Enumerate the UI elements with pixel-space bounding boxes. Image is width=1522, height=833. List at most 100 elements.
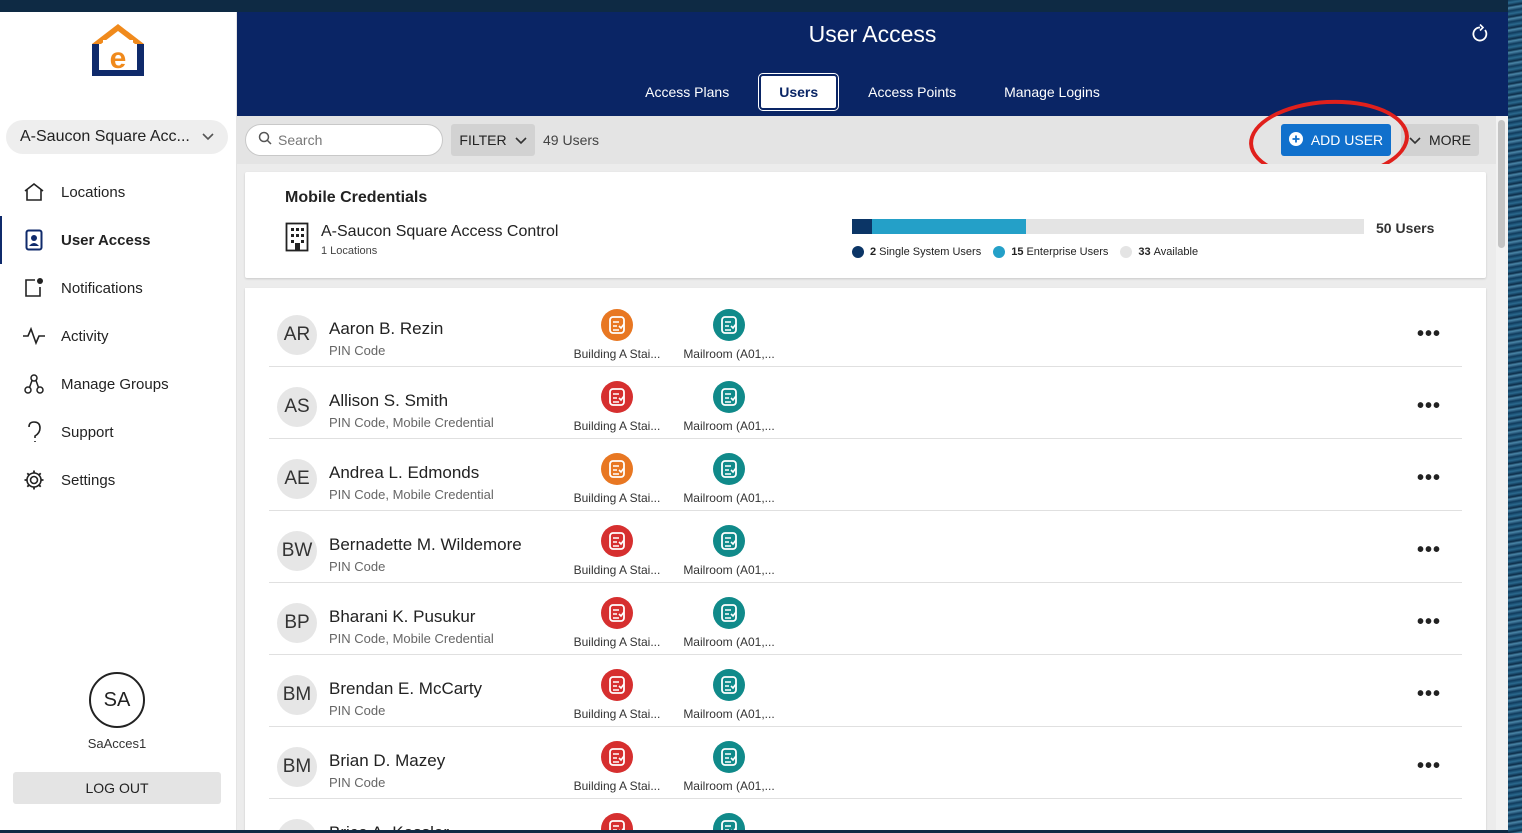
legend-label: Single System Users: [879, 246, 982, 258]
user-row[interactable]: BM Brendan E. McCarty PIN Code Building A S…: [269, 655, 1462, 727]
access-point-mailroom[interactable]: Mailroom (A01,...: [679, 453, 779, 505]
avatar: BM: [277, 675, 317, 715]
logout-button[interactable]: LOG OUT: [13, 772, 221, 804]
scrollbar[interactable]: [1496, 116, 1508, 830]
locations-count: 1 Locations: [321, 245, 378, 257]
search-input[interactable]: [278, 132, 428, 148]
access-point-mailroom[interactable]: Mailroom (A01,...: [679, 381, 779, 433]
row-menu-icon[interactable]: •••: [1417, 755, 1441, 778]
sidebar-item-label: Support: [61, 423, 114, 441]
user-row[interactable]: BW Bernadette M. Wildemore PIN Code Buildin…: [269, 511, 1462, 583]
chevron-down-icon: [202, 130, 214, 144]
scrollbar-thumb[interactable]: [1498, 120, 1505, 248]
user-name[interactable]: Brendan E. McCarty: [329, 679, 482, 699]
user-name[interactable]: Allison S. Smith: [329, 391, 448, 411]
row-menu-icon[interactable]: •••: [1417, 323, 1441, 346]
gear-icon: [22, 468, 46, 492]
access-point-label: Building A Stai...: [573, 635, 661, 649]
row-menu-icon[interactable]: •••: [1417, 395, 1441, 418]
access-point-mailroom[interactable]: Mailroom (A01,...: [679, 669, 779, 721]
access-point-mailroom[interactable]: Mailroom (A01,...: [679, 597, 779, 649]
user-name[interactable]: Andrea L. Edmonds: [329, 463, 479, 483]
legend-dot: [852, 246, 864, 258]
user-row[interactable]: BK Brice A. Kessler •••: [269, 799, 1462, 830]
access-point-mailroom[interactable]: Mailroom (A01,...: [679, 309, 779, 361]
access-point-label: Mailroom (A01,...: [683, 635, 775, 649]
access-point-building[interactable]: Building A Stai...: [567, 381, 667, 433]
user-row[interactable]: AS Allison S. Smith PIN Code, Mobile Crede…: [269, 367, 1462, 439]
tab-users[interactable]: Users: [758, 73, 840, 111]
access-point-label: Building A Stai...: [573, 419, 661, 433]
location-select[interactable]: A-Saucon Square Acc...: [6, 120, 228, 154]
user-row[interactable]: BM Brian D. Mazey PIN Code Building A Stai.…: [269, 727, 1462, 799]
support-icon: [22, 420, 46, 444]
user-name[interactable]: Aaron B. Rezin: [329, 319, 443, 339]
sidebar-item-locations[interactable]: Locations: [0, 168, 236, 216]
page-title: User Access: [808, 21, 937, 47]
access-point-building[interactable]: Building A Stai...: [567, 525, 667, 577]
access-point-building[interactable]: Building A Stai...: [567, 309, 667, 361]
access-point-icon: [713, 309, 745, 341]
tab-access-points[interactable]: Access Points: [850, 74, 974, 110]
avatar: BK: [277, 819, 317, 830]
more-label: MORE: [1429, 132, 1471, 148]
sidebar-item-notifications[interactable]: Notifications: [0, 264, 236, 312]
access-point-mailroom[interactable]: Mailroom (A01,...: [679, 525, 779, 577]
user-credentials: PIN Code: [329, 775, 386, 790]
row-menu-icon[interactable]: •••: [1417, 467, 1441, 490]
row-menu-icon[interactable]: •••: [1417, 827, 1441, 830]
access-point-building[interactable]: Building A Stai...: [567, 669, 667, 721]
activity-icon: [22, 324, 46, 348]
row-menu-icon[interactable]: •••: [1417, 539, 1441, 562]
access-point-icon: [601, 669, 633, 701]
user-count: 49 Users: [543, 132, 600, 148]
avatar[interactable]: SA: [89, 672, 145, 728]
sidebar-item-user-access[interactable]: User Access: [0, 216, 236, 264]
tab-access-plans[interactable]: Access Plans: [627, 74, 747, 110]
user-name[interactable]: Brian D. Mazey: [329, 751, 445, 771]
total-users: 50 Users: [1376, 220, 1435, 236]
tab-manage-logins[interactable]: Manage Logins: [986, 74, 1118, 110]
legend-available: 33 Available: [1120, 246, 1198, 258]
row-menu-icon[interactable]: •••: [1417, 611, 1441, 634]
sidebar-item-label: Settings: [61, 471, 116, 489]
access-point-label: Building A Stai...: [573, 707, 661, 721]
access-point-icon: [601, 309, 633, 341]
access-point-icon: [601, 453, 633, 485]
enterprise-segment: [872, 219, 1026, 234]
refresh-icon[interactable]: [1470, 23, 1490, 44]
sidebar-item-manage-groups[interactable]: Manage Groups: [0, 360, 236, 408]
user-credentials: PIN Code: [329, 343, 386, 358]
mobile-credentials-card: Mobile Credentials A-Saucon Square Acces…: [245, 172, 1486, 278]
access-point-icon: [713, 597, 745, 629]
user-name[interactable]: Bernadette M. Wildemore: [329, 535, 522, 555]
sidebar-item-activity[interactable]: Activity: [0, 312, 236, 360]
access-point-building[interactable]: Building A Stai...: [567, 597, 667, 649]
access-point-building[interactable]: Building A Stai...: [567, 741, 667, 793]
access-point-label: Mailroom (A01,...: [683, 563, 775, 577]
access-point-building[interactable]: Building A Stai...: [567, 453, 667, 505]
user-name[interactable]: Brice A. Kessler: [329, 823, 449, 830]
filter-button[interactable]: FILTER: [451, 124, 535, 156]
access-point-mailroom[interactable]: [679, 813, 779, 830]
search-icon: [258, 131, 272, 150]
access-point-building[interactable]: [567, 813, 667, 830]
app-window: e A-Saucon Square Acc... Locations User …: [0, 12, 1508, 830]
sidebar-item-support[interactable]: Support: [0, 408, 236, 456]
access-point-mailroom[interactable]: Mailroom (A01,...: [679, 741, 779, 793]
avatar: AR: [277, 315, 317, 355]
usage-legend: 2 Single System Users 15 Enterprise User…: [852, 246, 1210, 258]
access-point-label: Building A Stai...: [573, 563, 661, 577]
user-row[interactable]: BP Bharani K. Pusukur PIN Code, Mobile Cre…: [269, 583, 1462, 655]
legend-label: Available: [1153, 246, 1199, 258]
user-row[interactable]: AR Aaron B. Rezin PIN Code Building A Stai.…: [269, 295, 1462, 367]
sidebar-item-settings[interactable]: Settings: [0, 456, 236, 504]
search-box[interactable]: [245, 124, 443, 156]
location-select-value: A-Saucon Square Acc...: [20, 128, 190, 145]
user-row[interactable]: AE Andrea L. Edmonds PIN Code, Mobile Cred…: [269, 439, 1462, 511]
more-button[interactable]: MORE: [1401, 124, 1479, 156]
background-image: [1508, 0, 1522, 833]
user-name[interactable]: Bharani K. Pusukur: [329, 607, 475, 627]
row-menu-icon[interactable]: •••: [1417, 683, 1441, 706]
sidebar-item-label: Activity: [61, 327, 109, 345]
